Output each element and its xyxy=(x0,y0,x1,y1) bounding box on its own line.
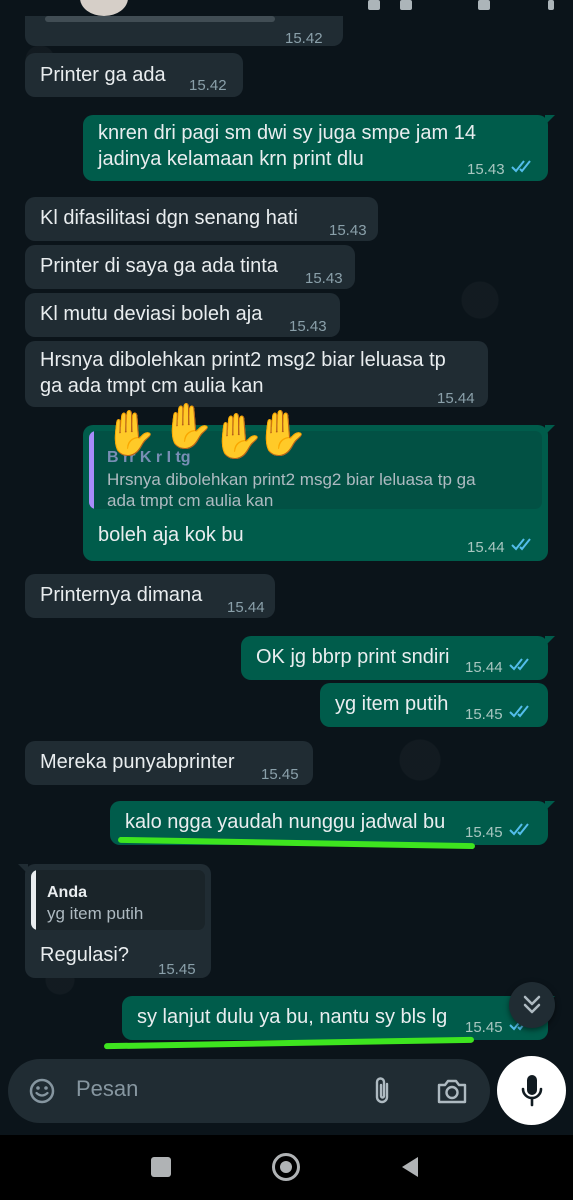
message-bubble-incoming[interactable]: Kl difasilitasi dgn senang hati 15.43 xyxy=(25,197,378,241)
message-text: Printer ga ada xyxy=(40,64,166,86)
message-time: 15.44 xyxy=(467,539,505,556)
message-text: boleh aja kok bu xyxy=(98,524,244,546)
message-bubble-outgoing[interactable]: OK jg bbrp print sndiri 15.44 xyxy=(241,636,555,680)
message-text: Regulasi? xyxy=(40,944,129,966)
message-text: kalo ngga yaudah nunggu jadwal bu xyxy=(125,811,446,833)
message-bubble-incoming[interactable]: Printer di saya ga ada tinta 15.43 xyxy=(25,245,355,289)
message-text: Kl difasilitasi dgn senang hati xyxy=(40,207,298,229)
system-navigation-bar xyxy=(0,1135,573,1200)
message-text: OK jg bbrp print sndiri xyxy=(256,646,450,668)
menu-icon[interactable] xyxy=(548,0,554,10)
message-bubble-outgoing[interactable]: yg item putih 15.45 xyxy=(320,683,548,727)
cut-off-text xyxy=(45,16,275,22)
message-text-line: jadinya kelamaan krn print dlu xyxy=(98,148,364,170)
home-icon[interactable] xyxy=(272,1153,300,1181)
raised-hand-emoji-icon: ✋ xyxy=(254,409,309,458)
message-time: 15.43 xyxy=(289,318,327,335)
raised-hand-emoji-icon: ✋ xyxy=(160,402,215,451)
message-time: 15.44 xyxy=(465,659,503,676)
message-text-line: Hrsnya dibolehkan print2 msg2 biar lelua… xyxy=(40,349,446,371)
camera-icon[interactable] xyxy=(436,1077,468,1105)
phone-icon[interactable] xyxy=(400,0,412,10)
message-time: 15.42 xyxy=(189,77,227,94)
message-time: 15.43 xyxy=(305,270,343,287)
back-icon[interactable] xyxy=(400,1155,420,1179)
message-bubble-outgoing[interactable]: knren dri pagi sm dwi sy juga smpe jam 1… xyxy=(83,115,555,181)
message-text: Mereka punyabprinter xyxy=(40,751,235,773)
message-bubble-incoming[interactable]: Hrsnya dibolehkan print2 msg2 biar lelua… xyxy=(25,341,488,407)
avatar[interactable] xyxy=(80,0,128,16)
raised-hand-emoji-icon: ✋ xyxy=(103,409,158,458)
message-text-line: ga ada tmpt cm aulia kan xyxy=(40,375,264,397)
message-text: sy lanjut dulu ya bu, nantu sy bls lg xyxy=(137,1006,448,1028)
quoted-text: yg item putih xyxy=(47,904,144,923)
message-time: 15.43 xyxy=(329,222,367,239)
emoji-icon[interactable] xyxy=(28,1077,56,1105)
message-time: 15.45 xyxy=(261,766,299,783)
message-input-placeholder[interactable]: Pesan xyxy=(76,1076,138,1102)
message-time: 15.43 xyxy=(467,161,505,178)
message-time: 15.42 xyxy=(285,30,323,47)
message-bubble-incoming[interactable]: Printer ga ada 15.42 xyxy=(25,53,243,97)
recent-apps-icon[interactable] xyxy=(151,1157,171,1177)
paperclip-icon[interactable] xyxy=(370,1075,394,1107)
message-bubble-incoming-reply[interactable]: Anda yg item putih Regulasi? 15.45 xyxy=(18,864,211,978)
scroll-to-bottom-button[interactable] xyxy=(509,982,555,1028)
call-icon[interactable] xyxy=(478,0,490,10)
message-time: 15.45 xyxy=(465,706,503,723)
read-receipt-icon xyxy=(509,705,529,718)
voice-message-button[interactable] xyxy=(497,1056,566,1125)
message-bubble-partial[interactable]: 15.42 xyxy=(25,16,343,47)
message-bubble-incoming[interactable]: Kl mutu deviasi boleh aja 15.43 xyxy=(25,293,340,337)
read-receipt-icon xyxy=(511,538,531,551)
message-bubble-incoming[interactable]: Printernya dimana 15.44 xyxy=(25,574,275,618)
read-receipt-icon xyxy=(509,658,529,671)
double-chevron-down-icon xyxy=(523,995,541,1014)
message-composer[interactable]: Pesan xyxy=(8,1059,490,1123)
message-bubble-outgoing[interactable]: sy lanjut dulu ya bu, nantu sy bls lg 15… xyxy=(122,996,555,1040)
quoted-text-line: Hrsnya dibolehkan print2 msg2 biar lelua… xyxy=(107,470,476,489)
read-receipt-icon xyxy=(511,160,531,173)
message-bubble-incoming[interactable]: Mereka punyabprinter 15.45 xyxy=(25,741,313,785)
quoted-text-line: ada tmpt cm aulia kan xyxy=(107,491,274,509)
message-time: 15.45 xyxy=(158,961,196,978)
chat-area[interactable]: 15.42 Printer ga ada 15.42 knren dri pag… xyxy=(0,0,573,1135)
message-time: 15.44 xyxy=(437,390,475,407)
message-text: Printer di saya ga ada tinta xyxy=(40,255,278,277)
read-receipt-icon xyxy=(509,823,529,836)
message-text-line: knren dri pagi sm dwi sy juga smpe jam 1… xyxy=(98,122,476,144)
message-text: yg item putih xyxy=(335,693,449,715)
message-text: Printernya dimana xyxy=(40,584,203,606)
microphone-icon xyxy=(521,1075,543,1107)
message-text: Kl mutu deviasi boleh aja xyxy=(40,303,263,325)
video-call-icon[interactable] xyxy=(368,0,380,10)
quoted-message[interactable]: Anda yg item putih xyxy=(31,870,205,930)
message-time: 15.44 xyxy=(227,599,265,616)
